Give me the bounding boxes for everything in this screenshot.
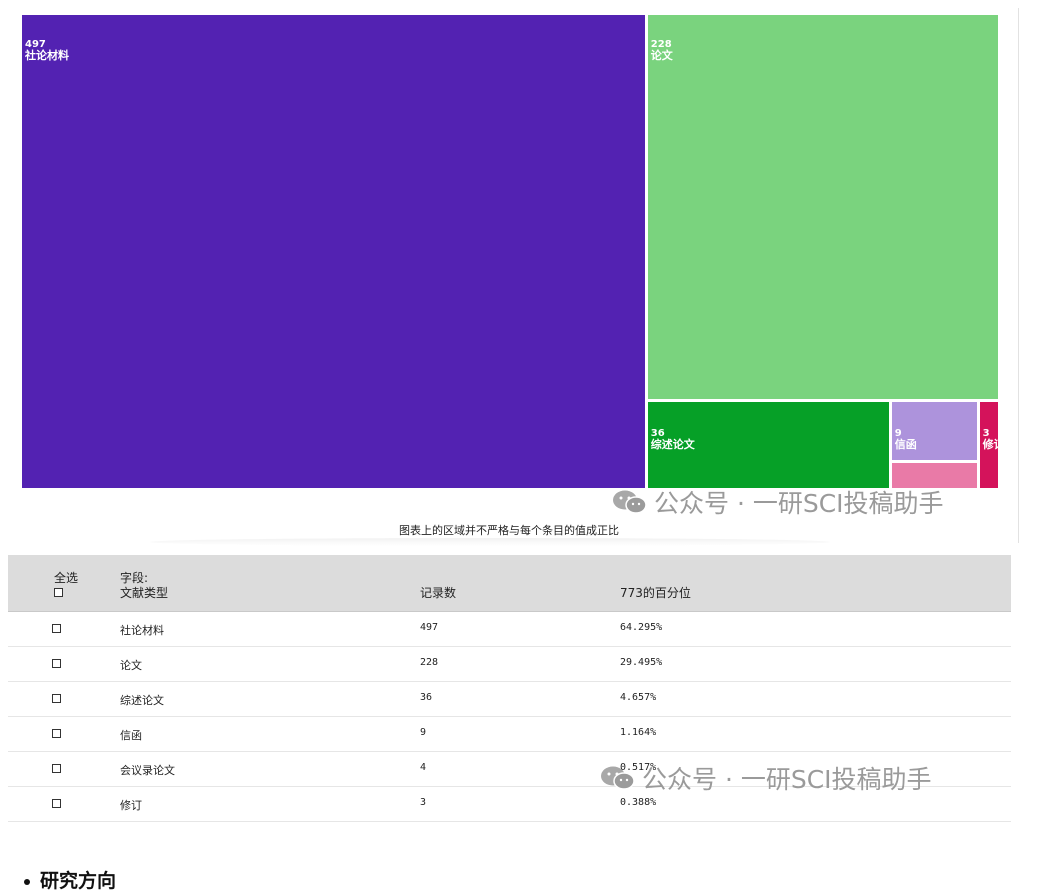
row-checkbox[interactable] [52, 694, 61, 703]
section-heading: 研究方向 [24, 866, 116, 893]
row-type: 信函 [120, 729, 142, 742]
treemap-cell-label: 9 信函 [895, 428, 917, 450]
table-row[interactable]: 信函 9 1.164% [8, 717, 1011, 752]
row-checkbox[interactable] [52, 729, 61, 738]
treemap-cell-category: 信函 [894, 437, 917, 451]
treemap-cell[interactable]: 228 论文 [647, 15, 998, 399]
watermark-text: 公众号 · 一研SCI投稿助手 [654, 489, 944, 518]
row-count: 4 [420, 762, 427, 773]
row-checkbox[interactable] [52, 799, 61, 808]
row-type: 会议录论文 [120, 764, 175, 777]
row-percent: 0.388% [620, 797, 657, 808]
field-name: 文献类型 [120, 586, 169, 600]
count-header: 记录数 [420, 586, 457, 600]
row-count: 36 [420, 692, 433, 703]
select-all-label: 全选 [54, 571, 79, 585]
row-type: 社论材料 [120, 624, 164, 637]
treemap-cell-label: 3修订 [983, 428, 998, 450]
table-header: 全选 字段: 文献类型 记录数 773的百分位 [8, 555, 1011, 612]
percent-header: 773的百分位 [620, 586, 691, 600]
row-count: 497 [420, 622, 439, 633]
bullet-icon [24, 878, 30, 885]
select-all-checkbox[interactable] [54, 588, 63, 597]
row-checkbox[interactable] [52, 764, 61, 773]
row-checkbox[interactable] [52, 624, 61, 633]
treemap-cell-category: 论文 [650, 49, 673, 62]
row-type: 修订 [120, 799, 142, 812]
treemap-cell[interactable]: 9 信函 [891, 401, 977, 460]
wechat-icon [600, 765, 636, 797]
table-row[interactable]: 综述论文 36 4.657% [8, 682, 1011, 717]
watermark-top: 公众号 · 一研SCI投稿助手 [612, 484, 944, 521]
row-type: 论文 [120, 659, 142, 672]
caption-shadow [150, 538, 830, 546]
treemap-cell-category: 综述论文 [650, 437, 695, 451]
treemap-chart: 497社论材料228论文36综述论文9信函4会议录论文3修订 [0, 0, 1040, 500]
table-row[interactable]: 论文 228 29.495% [8, 647, 1011, 682]
row-checkbox[interactable] [52, 659, 61, 668]
treemap-cell-label: 228 论文 [651, 39, 673, 61]
row-count: 228 [420, 657, 439, 668]
row-percent: 29.495% [620, 657, 663, 668]
row-count: 3 [420, 797, 427, 808]
treemap-cell-label: 36 综述论文 [651, 428, 695, 450]
treemap-cell[interactable]: 36 综述论文 [647, 401, 889, 488]
row-type: 综述论文 [120, 694, 164, 707]
chart-caption: 图表上的区域并不严格与每个条目的值成正比 [399, 524, 619, 537]
row-percent: 4.657% [620, 692, 657, 703]
treemap-cell-label: 497 社论材料 [25, 39, 69, 61]
watermark-text: 公众号 · 一研SCI投稿助手 [642, 765, 932, 794]
treemap-cell-category: 修订 [982, 437, 998, 451]
treemap-cell[interactable]: 497 社论材料 [22, 15, 645, 488]
row-count: 9 [420, 727, 427, 738]
treemap-cell-category: 社论材料 [25, 49, 69, 62]
wechat-icon [612, 489, 648, 521]
row-percent: 64.295% [620, 622, 663, 633]
treemap-cell[interactable]: 3修订 [979, 401, 998, 488]
row-percent: 1.164% [620, 727, 657, 738]
divider [1018, 8, 1019, 543]
watermark-bottom: 公众号 · 一研SCI投稿助手 [600, 760, 932, 797]
table-row[interactable]: 社论材料 497 64.295% [8, 612, 1011, 647]
section-title: 研究方向 [40, 870, 117, 892]
